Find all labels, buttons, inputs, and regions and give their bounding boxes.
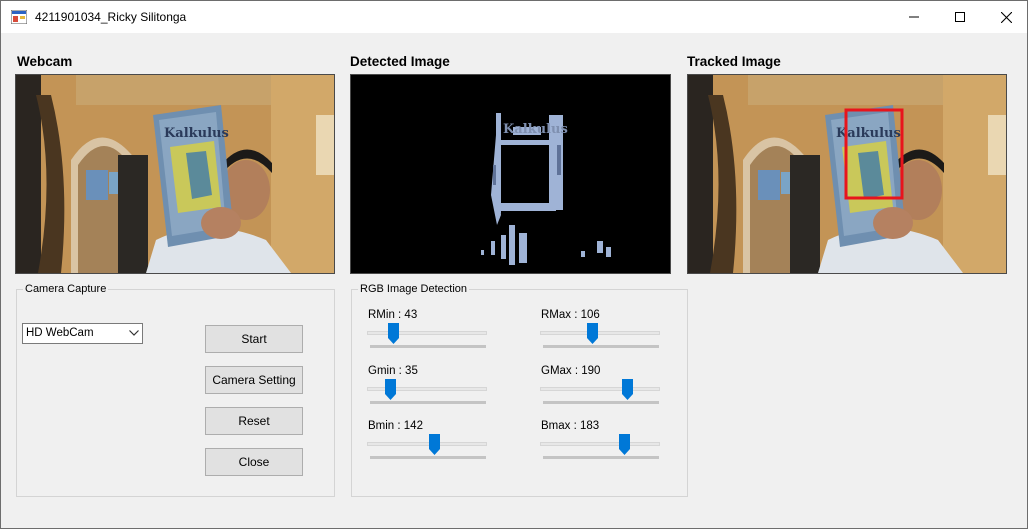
rmin-slider-thumb[interactable] [387, 323, 399, 344]
minimize-button[interactable] [891, 1, 937, 33]
gmin-slider-ticks [370, 401, 486, 404]
gmax-slider-label: GMax : 190 [541, 365, 601, 377]
maximize-button[interactable] [937, 1, 983, 33]
bmax-slider-thumb[interactable] [619, 434, 631, 455]
bmax-slider-label: Bmax : 183 [541, 420, 600, 432]
rmax-slider-label: RMax : 106 [541, 309, 600, 321]
book-title-mask-text: Kalkulus [503, 122, 568, 137]
bmax-slider-ticks [543, 456, 659, 459]
bmax-slider-track[interactable] [540, 442, 660, 446]
gmax-slider-track[interactable] [540, 387, 660, 391]
gmax-slider-ticks [543, 401, 659, 404]
camera-capture-label: Camera Capture [23, 283, 109, 295]
tracked-image: Kalkulus [687, 74, 1007, 274]
bmin-slider-thumb[interactable] [429, 434, 441, 455]
bmin-slider-label: Bmin : 142 [368, 420, 423, 432]
close-icon [1000, 11, 1012, 23]
rmax-slider-ticks [543, 345, 659, 348]
chevron-down-icon [129, 330, 139, 336]
gmax-slider-thumb[interactable] [621, 379, 633, 400]
close-button[interactable]: Close [205, 448, 303, 476]
maximize-icon [955, 12, 965, 22]
rmax-slider-track[interactable] [540, 331, 660, 335]
bmin-slider-track[interactable] [367, 442, 487, 446]
tracked-heading: Tracked Image [687, 54, 781, 69]
bmin-slider-ticks [370, 456, 486, 459]
rmin-slider-track[interactable] [367, 331, 487, 335]
detected-image: Kalkulus [350, 74, 671, 274]
app-window-icon [11, 10, 27, 24]
detected-heading: Detected Image [350, 54, 450, 69]
camera-device-value: HD WebCam [26, 327, 94, 339]
camera-setting-button[interactable]: Camera Setting [205, 366, 303, 394]
close-window-button[interactable] [983, 1, 1028, 33]
title-bar[interactable]: 4211901034_Ricky Silitonga [1, 1, 1027, 33]
webcam-image: Kalkulus [15, 74, 335, 274]
gmin-slider-label: Gmin : 35 [368, 365, 418, 377]
book-title-text: Kalkulus [164, 126, 229, 141]
rgb-detection-label: RGB Image Detection [358, 283, 469, 295]
rmin-slider-ticks [370, 345, 486, 348]
app-window: 4211901034_Ricky Silitonga Webcam Detect… [0, 0, 1028, 529]
rmin-slider-label: RMin : 43 [368, 309, 418, 321]
gmin-slider-thumb[interactable] [384, 379, 396, 400]
reset-button[interactable]: Reset [205, 407, 303, 435]
webcam-heading: Webcam [17, 54, 73, 69]
start-button[interactable]: Start [205, 325, 303, 353]
window-title: 4211901034_Ricky Silitonga [35, 10, 187, 24]
camera-device-select[interactable]: HD WebCam [22, 323, 143, 344]
rmax-slider-thumb[interactable] [587, 323, 599, 344]
minimize-icon [909, 16, 919, 18]
